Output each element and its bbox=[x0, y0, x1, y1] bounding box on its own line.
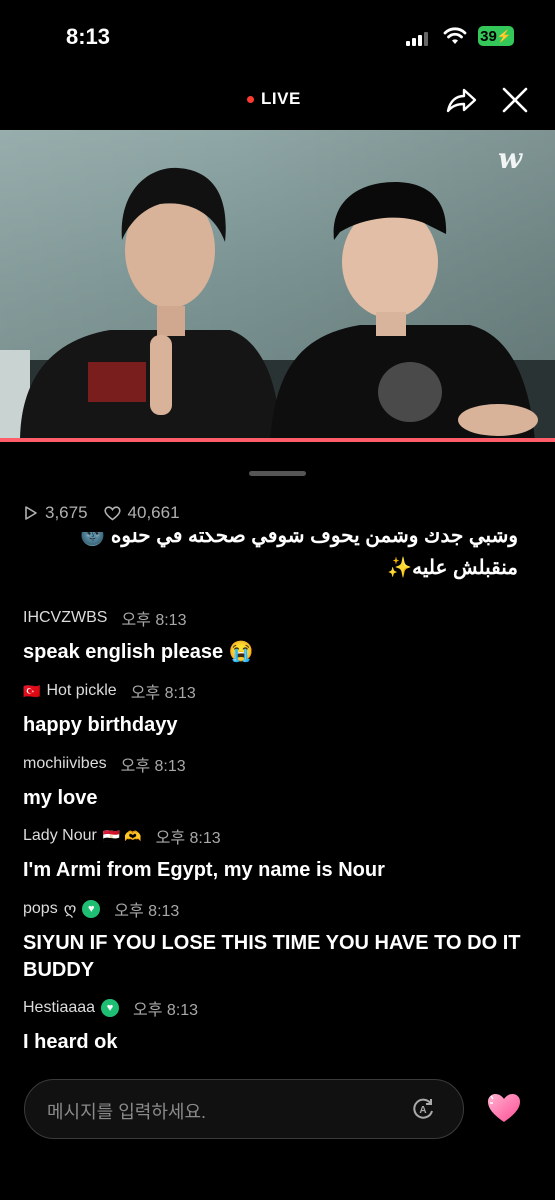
input-placeholder: 메시지를 입력하세요. bbox=[47, 1102, 207, 1122]
share-button[interactable] bbox=[442, 81, 480, 119]
chat-message: Lady Nour 🇪🇬 🫶 오후 8:13 I'm Armi from Egypt… bbox=[23, 824, 533, 884]
status-bar: 8:13 39 ⚡ bbox=[0, 0, 555, 70]
translate-button[interactable]: A bbox=[410, 1096, 436, 1122]
message-text: I'm Armi from Egypt, my name is Nour bbox=[23, 859, 385, 881]
play-count: 3,675 bbox=[24, 503, 88, 523]
live-video[interactable]: w bbox=[0, 130, 555, 442]
chat-message-partial: وشبي جدك وشمن يحوف شوفي صحكته في حلوه 🌚 … bbox=[23, 532, 518, 584]
timestamp: 오후 8:13 bbox=[133, 1002, 199, 1019]
message-text-line1: وشبي جدك وشمن يحوف شوفي صحكته في حلوه 🌚 bbox=[80, 532, 518, 547]
username[interactable]: mochiivibes bbox=[23, 755, 107, 773]
live-label: LIVE bbox=[261, 89, 301, 108]
username[interactable]: Hestiaaaa bbox=[23, 999, 95, 1017]
timestamp: 오후 8:13 bbox=[120, 758, 186, 775]
battery-indicator: 39 ⚡ bbox=[478, 26, 514, 46]
message-text-line2: منقبلش عليه✨ bbox=[387, 557, 518, 579]
live-stats: 3,675 40,661 bbox=[24, 503, 188, 523]
close-button[interactable] bbox=[500, 81, 530, 119]
live-header: LIVE bbox=[0, 75, 555, 125]
turkey-flag-icon: 🇹🇷 bbox=[23, 682, 41, 699]
username[interactable]: Lady Nour bbox=[23, 827, 97, 845]
like-count: 40,661 bbox=[103, 503, 180, 523]
wifi-icon bbox=[443, 27, 467, 44]
verified-heart-badge-icon: ♥ bbox=[82, 900, 101, 918]
verified-heart-badge-icon: ♥ bbox=[101, 999, 120, 1017]
cellular-signal-icon bbox=[406, 30, 428, 46]
username[interactable]: IHCVZWBS bbox=[23, 609, 107, 627]
message-input[interactable]: 메시지를 입력하세요. A bbox=[24, 1079, 464, 1139]
play-count-value: 3,675 bbox=[45, 503, 88, 522]
battery-level: 39 bbox=[480, 27, 497, 45]
message-text: SIYUN IF YOU LOSE THIS TIME YOU HAVE TO … bbox=[23, 932, 521, 981]
timestamp: 오후 8:13 bbox=[114, 903, 180, 920]
like-count-value: 40,661 bbox=[127, 503, 180, 522]
username[interactable]: pops bbox=[23, 900, 58, 918]
egypt-flag-icon: 🇪🇬 🫶 bbox=[102, 827, 142, 844]
message-text: speak english please 😭 bbox=[23, 641, 254, 663]
video-progress-bar bbox=[0, 438, 555, 442]
message-text: happy birthdayy bbox=[23, 714, 178, 736]
chat-message: mochiivibes 오후 8:13 my love bbox=[23, 752, 533, 812]
chat-message: 🇹🇷 Hot pickle 오후 8:13 happy birthdayy bbox=[23, 679, 533, 739]
live-indicator: LIVE bbox=[247, 89, 301, 109]
timestamp: 오후 8:13 bbox=[121, 612, 187, 629]
video-scene bbox=[0, 167, 555, 442]
live-dot-icon bbox=[247, 95, 254, 103]
message-text: I heard ok bbox=[23, 1031, 118, 1053]
play-icon bbox=[25, 506, 37, 520]
clock: 8:13 bbox=[66, 24, 111, 49]
message-text: my love bbox=[23, 787, 98, 809]
heart-like-button[interactable] bbox=[485, 1090, 523, 1126]
charging-icon: ⚡ bbox=[496, 29, 512, 43]
username[interactable]: Hot pickle bbox=[46, 682, 116, 700]
svg-text:A: A bbox=[419, 1105, 426, 1116]
chat-list[interactable]: وشبي جدك وشمن يحوف شوفي صحكته في حلوه 🌚 … bbox=[0, 532, 555, 1057]
timestamp: 오후 8:13 bbox=[155, 830, 221, 847]
weverse-logo: w bbox=[498, 142, 523, 175]
timestamp: 오후 8:13 bbox=[130, 685, 196, 702]
chat-message: IHCVZWBS 오후 8:13 speak english please 😭 bbox=[23, 606, 533, 666]
chat-message: pops ღ ♥ 오후 8:13 SIYUN IF YOU LOSE THIS TIM… bbox=[23, 897, 533, 984]
chat-message: Hestiaaaa ♥ 오후 8:13 I heard ok bbox=[23, 996, 533, 1056]
drag-handle[interactable] bbox=[249, 471, 306, 476]
heart-outline-icon bbox=[103, 505, 121, 520]
heart-symbol: ღ bbox=[63, 901, 77, 918]
